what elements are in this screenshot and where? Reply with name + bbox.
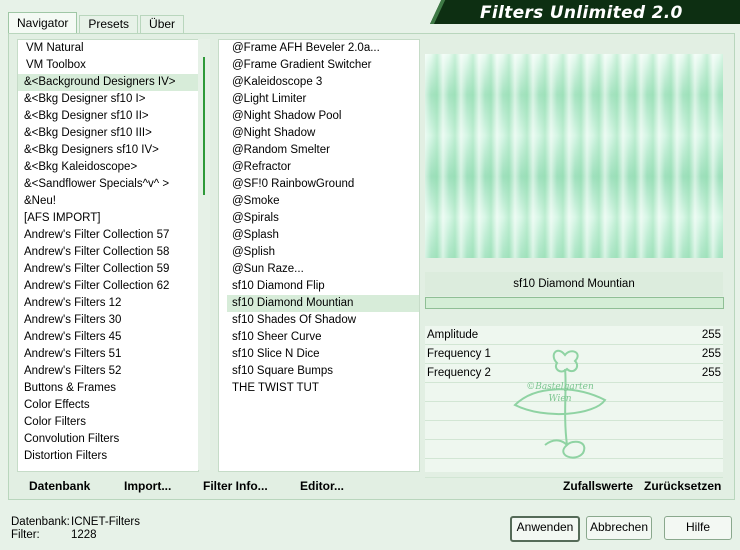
category-item[interactable]: [AFS IMPORT]: [18, 210, 198, 227]
category-item[interactable]: Convolution Filters: [18, 431, 198, 448]
watermark-text-1: ©Bastelgarten: [526, 382, 594, 392]
filter-list[interactable]: @Frame AFH Beveler 2.0a... @Frame Gradien…: [218, 39, 420, 472]
category-item[interactable]: Distortion Filters: [18, 448, 198, 465]
filter-item[interactable]: sf10 Diamond Flip: [227, 278, 419, 295]
category-item[interactable]: &<Bkg Kaleidoscope>: [18, 159, 198, 176]
category-item[interactable]: Andrew's Filters 45: [18, 329, 198, 346]
filter-item[interactable]: sf10 Shades Of Shadow: [227, 312, 419, 329]
help-button[interactable]: Hilfe: [664, 516, 732, 540]
parameter-row[interactable]: Amplitude 255: [425, 326, 723, 345]
filter-item[interactable]: sf10 Diamond Mountian: [227, 295, 419, 312]
cancel-button[interactable]: Abbrechen: [586, 516, 652, 540]
filter-item[interactable]: @Spirals: [227, 210, 419, 227]
category-item[interactable]: &Neu!: [18, 193, 198, 210]
filter-item[interactable]: @Night Shadow: [227, 125, 419, 142]
tab-about[interactable]: Über: [140, 15, 185, 33]
filter-item[interactable]: sf10 Slice N Dice: [227, 346, 419, 363]
filter-item[interactable]: @Light Limiter: [227, 91, 419, 108]
watermark-logo: ©Bastelgarten Wien: [505, 345, 615, 465]
filter-item[interactable]: @Night Shadow Pool: [227, 108, 419, 125]
tab-presets[interactable]: Presets: [79, 15, 139, 33]
filter-item[interactable]: @Kaleidoscope 3: [227, 74, 419, 91]
flower-watermark-icon: ©Bastelgarten Wien: [513, 349, 607, 459]
category-item[interactable]: &<Bkg Designers sf10 IV>: [18, 142, 198, 159]
parameter-name: Frequency 2: [427, 367, 491, 379]
category-item[interactable]: Andrew's Filters 30: [18, 312, 198, 329]
filter-info-button[interactable]: Filter Info...: [203, 479, 268, 493]
parameter-value: 255: [701, 348, 721, 360]
category-item[interactable]: Andrew's Filter Collection 59: [18, 261, 198, 278]
filter-item[interactable]: sf10 Sheer Curve: [227, 329, 419, 346]
category-scrollbar-thumb[interactable]: [203, 57, 205, 195]
preview-filter-label: sf10 Diamond Mountian: [425, 272, 723, 296]
preview-slider[interactable]: [425, 297, 724, 309]
status-database-label: Datenbank:: [11, 516, 70, 528]
category-item[interactable]: &<Background Designers IV>: [18, 74, 198, 91]
editor-button[interactable]: Editor...: [300, 479, 344, 493]
category-item[interactable]: &<Bkg Designer sf10 III>: [18, 125, 198, 142]
category-item[interactable]: Color Effects: [18, 397, 198, 414]
parameter-name: Frequency 1: [427, 348, 491, 360]
filter-item[interactable]: @Frame Gradient Switcher: [227, 57, 419, 74]
filter-item[interactable]: @Splash: [227, 227, 419, 244]
category-scrollbar[interactable]: [198, 39, 210, 470]
filter-item[interactable]: @Random Smelter: [227, 142, 419, 159]
filter-preview: [425, 54, 723, 258]
filter-item[interactable]: @Smoke: [227, 193, 419, 210]
filter-item[interactable]: @Splish: [227, 244, 419, 261]
filter-item[interactable]: @SF!0 RainbowGround: [227, 176, 419, 193]
status-filter-label: Filter:: [11, 529, 40, 541]
category-item[interactable]: Andrew's Filter Collection 58: [18, 244, 198, 261]
category-item[interactable]: &<Bkg Designer sf10 I>: [18, 91, 198, 108]
category-list[interactable]: VM Natural VM Toolbox &<Background Designe…: [17, 39, 199, 472]
category-item[interactable]: Andrew's Filters 51: [18, 346, 198, 363]
category-item[interactable]: Andrew's Filter Collection 57: [18, 227, 198, 244]
app-title: Filters Unlimited 2.0: [480, 3, 683, 23]
parameter-name: Amplitude: [427, 329, 479, 341]
random-values-button[interactable]: Zufallswerte: [563, 479, 633, 493]
status-filter-value: 1228: [71, 529, 97, 541]
category-item[interactable]: &<Bkg Designer sf10 II>: [18, 108, 198, 125]
status-database-value: ICNET-Filters: [71, 516, 140, 528]
filter-item[interactable]: @Frame AFH Beveler 2.0a...: [227, 40, 419, 57]
parameter-value: 255: [701, 329, 721, 341]
filter-item[interactable]: @Sun Raze...: [227, 261, 419, 278]
database-button[interactable]: Datenbank: [29, 479, 90, 493]
category-item[interactable]: Andrew's Filters 12: [18, 295, 198, 312]
import-button[interactable]: Import...: [124, 479, 171, 493]
tab-bar: Navigator Presets Über: [8, 12, 186, 33]
filter-item[interactable]: THE TWIST TUT: [227, 380, 419, 397]
watermark-text-2: Wien: [548, 394, 571, 404]
parameter-value: 255: [701, 367, 721, 379]
tab-navigator[interactable]: Navigator: [8, 12, 78, 33]
category-item[interactable]: Buttons & Frames: [18, 380, 198, 397]
category-item[interactable]: Color Filters: [18, 414, 198, 431]
filter-item[interactable]: sf10 Square Bumps: [227, 363, 419, 380]
category-item[interactable]: VM Natural: [18, 40, 198, 57]
category-item[interactable]: Andrew's Filter Collection 62: [18, 278, 198, 295]
category-item[interactable]: Andrew's Filters 52: [18, 363, 198, 380]
category-item[interactable]: &<Sandflower Specials^v^ >: [18, 176, 198, 193]
reset-button[interactable]: Zurücksetzen: [644, 479, 721, 493]
category-item[interactable]: VM Toolbox: [18, 57, 198, 74]
apply-button[interactable]: Anwenden: [510, 516, 580, 542]
filter-item[interactable]: @Refractor: [227, 159, 419, 176]
